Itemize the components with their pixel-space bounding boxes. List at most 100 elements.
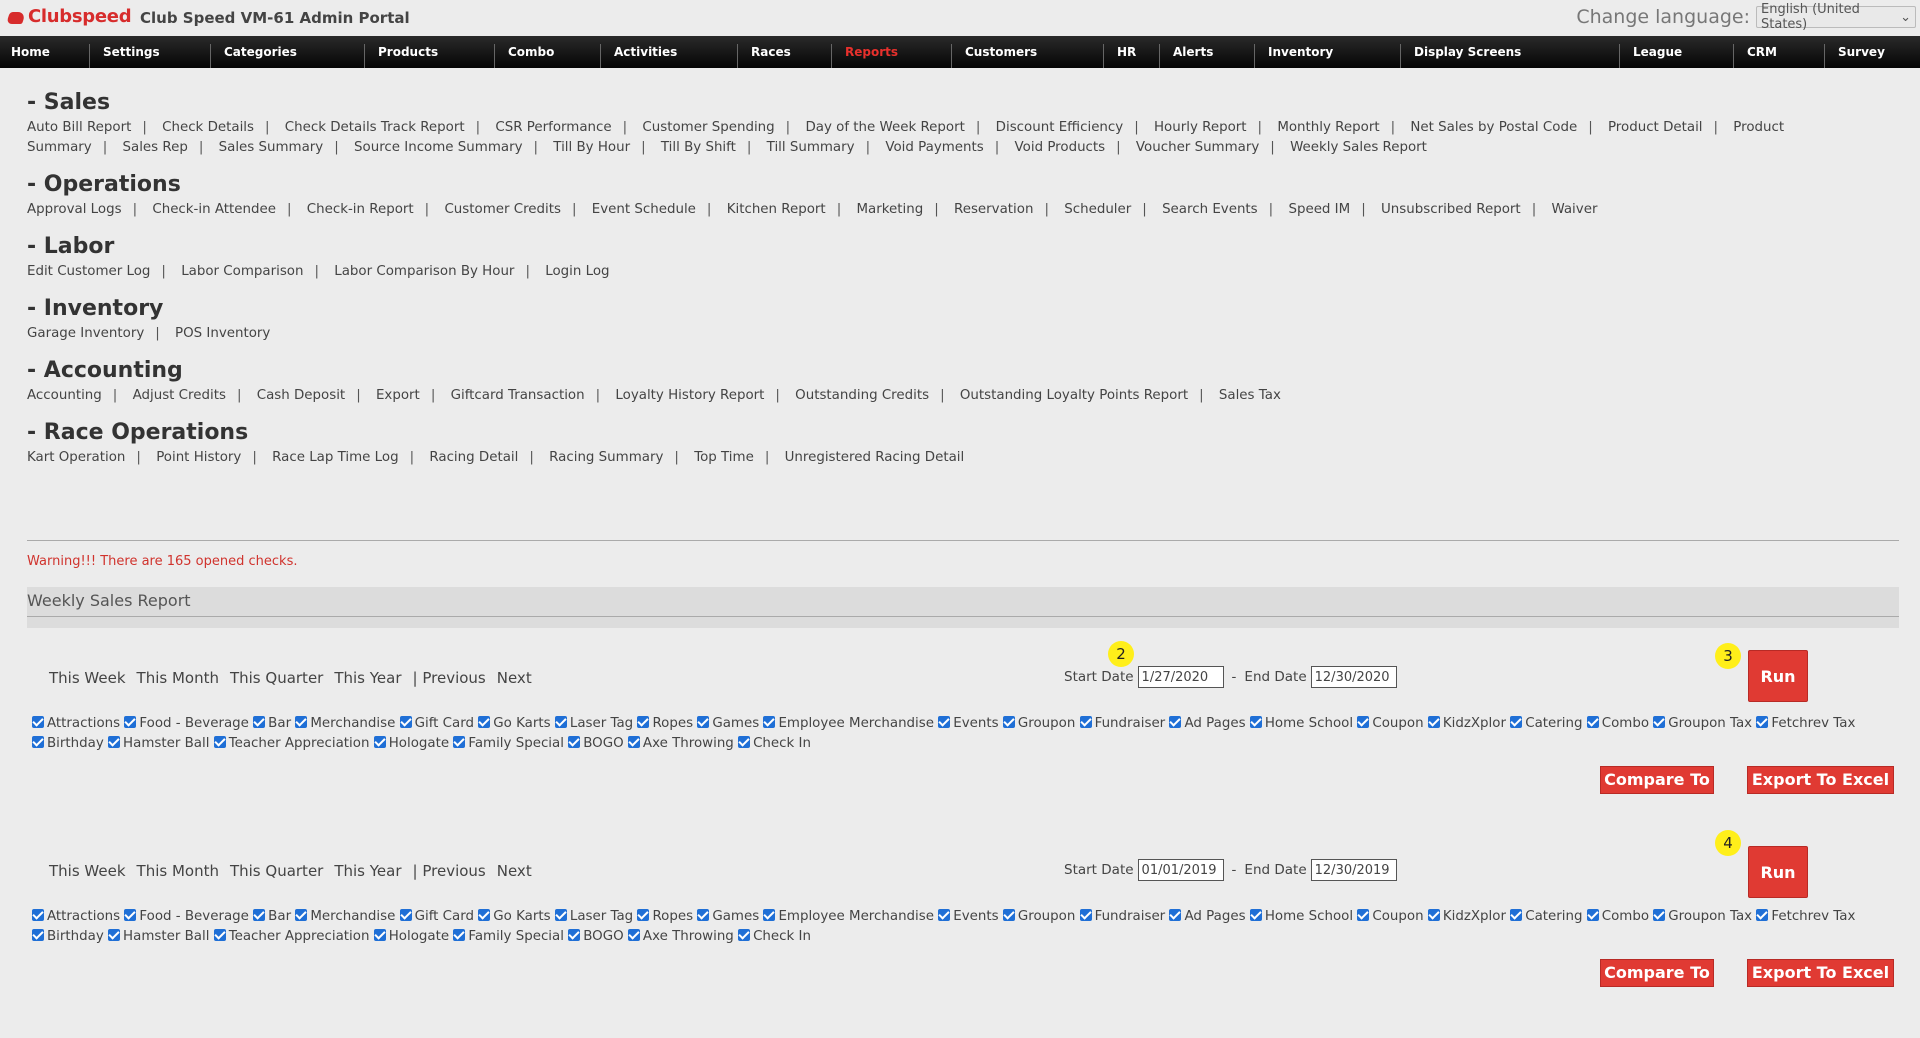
checkbox-checked-icon[interactable] [627, 736, 640, 748]
report-link-giftcard-transaction[interactable]: Giftcard Transaction [451, 388, 585, 403]
compare-to-button[interactable]: Compare To [1600, 766, 1714, 794]
category-combo[interactable]: Combo [1586, 909, 1649, 924]
checkbox-checked-icon[interactable] [1586, 909, 1599, 921]
checkbox-checked-icon[interactable] [1427, 716, 1440, 728]
quick-range-this-year[interactable]: This Year [334, 669, 401, 687]
category-axe-throwing[interactable]: Axe Throwing [627, 736, 734, 751]
checkbox-checked-icon[interactable] [478, 716, 491, 728]
category-bogo[interactable]: BOGO [568, 929, 624, 944]
quick-range-this-quarter[interactable]: This Quarter [230, 669, 323, 687]
report-link-customer-credits[interactable]: Customer Credits [444, 202, 561, 217]
report-link-unsubscribed-report[interactable]: Unsubscribed Report [1381, 202, 1521, 217]
checkbox-checked-icon[interactable] [627, 929, 640, 941]
checkbox-checked-icon[interactable] [453, 736, 466, 748]
category-groupon-tax[interactable]: Groupon Tax [1653, 716, 1752, 731]
report-link-weekly-sales-report[interactable]: Weekly Sales Report [1290, 140, 1427, 155]
checkbox-checked-icon[interactable] [1756, 716, 1769, 728]
nav-league[interactable]: League [1631, 36, 1682, 68]
category-employee-merchandise[interactable]: Employee Merchandise [763, 909, 934, 924]
report-link-login-log[interactable]: Login Log [545, 264, 609, 279]
category-attractions[interactable]: Attractions [32, 716, 120, 731]
category-laser-tag[interactable]: Laser Tag [554, 909, 633, 924]
checkbox-checked-icon[interactable] [1249, 909, 1262, 921]
report-link-monthly-report[interactable]: Monthly Report [1277, 120, 1379, 135]
checkbox-checked-icon[interactable] [637, 716, 650, 728]
export-to-excel-button[interactable]: Export To Excel [1747, 959, 1894, 987]
checkbox-checked-icon[interactable] [763, 909, 776, 921]
checkbox-checked-icon[interactable] [32, 929, 44, 941]
checkbox-checked-icon[interactable] [763, 716, 776, 728]
category-groupon-tax[interactable]: Groupon Tax [1653, 909, 1752, 924]
quick-range-next[interactable]: Next [497, 862, 532, 880]
category-birthday[interactable]: Birthday [32, 736, 104, 751]
run-button[interactable]: Run [1748, 846, 1808, 898]
checkbox-checked-icon[interactable] [213, 736, 226, 748]
checkbox-checked-icon[interactable] [697, 716, 710, 728]
category-fundraiser[interactable]: Fundraiser [1079, 716, 1165, 731]
checkbox-checked-icon[interactable] [295, 716, 308, 728]
report-link-check-in-attendee[interactable]: Check-in Attendee [152, 202, 276, 217]
category-games[interactable]: Games [697, 716, 759, 731]
report-link-racing-detail[interactable]: Racing Detail [429, 450, 518, 465]
report-link-top-time[interactable]: Top Time [694, 450, 754, 465]
nav-settings[interactable]: Settings [101, 36, 160, 68]
category-groupon[interactable]: Groupon [1002, 716, 1075, 731]
checkbox-checked-icon[interactable] [295, 909, 308, 921]
report-link-garage-inventory[interactable]: Garage Inventory [27, 326, 144, 341]
report-link-kitchen-report[interactable]: Kitchen Report [727, 202, 826, 217]
report-link-sales-summary[interactable]: Sales Summary [219, 140, 324, 155]
quick-range-this-quarter[interactable]: This Quarter [230, 862, 323, 880]
category-games[interactable]: Games [697, 909, 759, 924]
category-home-school[interactable]: Home School [1249, 716, 1353, 731]
checkbox-checked-icon[interactable] [1586, 716, 1599, 728]
category-teacher-appreciation[interactable]: Teacher Appreciation [213, 929, 369, 944]
quick-range-previous[interactable]: | Previous [413, 669, 486, 687]
report-link-net-sales-by-postal-code[interactable]: Net Sales by Postal Code [1410, 120, 1577, 135]
quick-range-previous[interactable]: | Previous [413, 862, 486, 880]
checkbox-checked-icon[interactable] [399, 716, 412, 728]
report-link-check-details-track-report[interactable]: Check Details Track Report [285, 120, 465, 135]
nav-reports[interactable]: Reports [843, 36, 898, 68]
nav-activities[interactable]: Activities [612, 36, 677, 68]
checkbox-checked-icon[interactable] [1653, 716, 1666, 728]
run-button[interactable]: Run [1748, 650, 1808, 702]
report-link-waiver[interactable]: Waiver [1551, 202, 1597, 217]
report-link-auto-bill-report[interactable]: Auto Bill Report [27, 120, 131, 135]
category-ropes[interactable]: Ropes [637, 909, 693, 924]
checkbox-checked-icon[interactable] [1002, 716, 1015, 728]
category-gift-card[interactable]: Gift Card [399, 909, 474, 924]
checkbox-checked-icon[interactable] [1079, 909, 1092, 921]
checkbox-checked-icon[interactable] [478, 909, 491, 921]
quick-range-this-week[interactable]: This Week [49, 862, 126, 880]
report-link-pos-inventory[interactable]: POS Inventory [175, 326, 270, 341]
category-events[interactable]: Events [938, 909, 999, 924]
category-family-special[interactable]: Family Special [453, 736, 564, 751]
checkbox-checked-icon[interactable] [1357, 716, 1370, 728]
checkbox-checked-icon[interactable] [568, 929, 581, 941]
nav-crm[interactable]: CRM [1745, 36, 1777, 68]
category-ad-pages[interactable]: Ad Pages [1169, 716, 1246, 731]
checkbox-checked-icon[interactable] [938, 716, 951, 728]
checkbox-checked-icon[interactable] [697, 909, 710, 921]
report-link-speed-im[interactable]: Speed IM [1288, 202, 1350, 217]
checkbox-checked-icon[interactable] [1357, 909, 1370, 921]
report-link-loyalty-history-report[interactable]: Loyalty History Report [615, 388, 764, 403]
category-coupon[interactable]: Coupon [1357, 909, 1424, 924]
export-to-excel-button[interactable]: Export To Excel [1747, 766, 1894, 794]
category-merchandise[interactable]: Merchandise [295, 716, 395, 731]
report-link-export[interactable]: Export [376, 388, 420, 403]
category-groupon[interactable]: Groupon [1002, 909, 1075, 924]
report-link-unregistered-racing-detail[interactable]: Unregistered Racing Detail [785, 450, 965, 465]
category-teacher-appreciation[interactable]: Teacher Appreciation [213, 736, 369, 751]
category-check-in[interactable]: Check In [738, 929, 811, 944]
report-link-race-lap-time-log[interactable]: Race Lap Time Log [272, 450, 398, 465]
report-link-source-income-summary[interactable]: Source Income Summary [354, 140, 523, 155]
report-link-edit-customer-log[interactable]: Edit Customer Log [27, 264, 150, 279]
category-bar[interactable]: Bar [253, 909, 291, 924]
report-link-void-payments[interactable]: Void Payments [885, 140, 983, 155]
category-check-in[interactable]: Check In [738, 736, 811, 751]
category-employee-merchandise[interactable]: Employee Merchandise [763, 716, 934, 731]
checkbox-checked-icon[interactable] [1002, 909, 1015, 921]
category-hamster-ball[interactable]: Hamster Ball [108, 929, 209, 944]
category-attractions[interactable]: Attractions [32, 909, 120, 924]
